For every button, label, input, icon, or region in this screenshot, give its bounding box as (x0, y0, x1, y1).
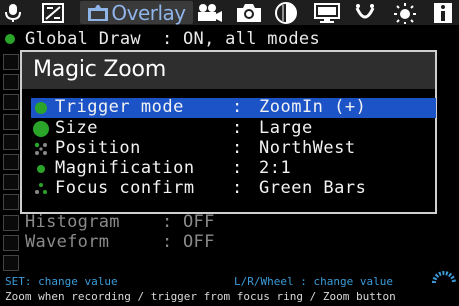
display-icon[interactable] (313, 1, 341, 24)
item-label: Trigger mode (55, 97, 184, 117)
menu-tab-bar: Overlay (0, 0, 459, 25)
menu-item-box (3, 134, 19, 150)
submenu-item-focus-confirm[interactable]: Focus confirm : Green Bars (31, 178, 436, 199)
global-draw-status-icon (5, 34, 15, 44)
tab-overlay-label: Overlay (111, 0, 186, 25)
item-label: Magnification (55, 158, 195, 178)
item-value: ZoomIn (+) (259, 97, 367, 117)
item-value: Large (259, 118, 313, 138)
item-separator: : (232, 118, 243, 138)
help-description: Zoom when recording / trigger from focus… (5, 290, 396, 303)
audio-icon[interactable] (2, 1, 24, 24)
info-icon[interactable] (432, 1, 454, 24)
dialog-title-bar: Magic Zoom (22, 52, 435, 89)
menu-item-global-draw[interactable]: Global Draw : ON, all modes (25, 29, 320, 49)
menu-item-box (3, 255, 19, 271)
submenu-item-size[interactable]: Size : Large (31, 118, 436, 139)
wheel-icon (432, 271, 456, 284)
dialog-title: Magic Zoom (33, 57, 167, 82)
green-small-dot-icon (37, 165, 45, 173)
movie-icon[interactable] (196, 1, 224, 24)
green-large-dot-icon (33, 121, 49, 137)
menu-item-box (3, 174, 19, 190)
item-separator: : (232, 138, 243, 158)
position-dots-icon (34, 142, 47, 155)
item-value: Green Bars (259, 178, 367, 198)
menu-item-box (3, 74, 19, 90)
item-separator: : (232, 97, 243, 117)
submenu-item-magnification[interactable]: Magnification : 2:1 (31, 158, 436, 179)
menu-item-box (3, 114, 19, 130)
focus-bars-icon (35, 183, 47, 194)
menu-item-box (3, 54, 19, 70)
menu-item-box (3, 235, 19, 251)
debug-icon[interactable] (392, 1, 418, 24)
prefs-icon[interactable] (352, 1, 378, 24)
menu-item-box (3, 194, 19, 210)
item-label: Position (55, 138, 141, 158)
item-value: NorthWest (259, 138, 356, 158)
submenu-item-position[interactable]: Position : NorthWest (31, 138, 436, 159)
green-dot-icon (35, 102, 47, 114)
help-wheel-hint: L/R/Wheel : change value (234, 275, 393, 288)
expo-icon[interactable] (40, 1, 66, 24)
menu-item-box (3, 94, 19, 110)
shoot-icon[interactable] (234, 1, 264, 24)
item-value: 2:1 (259, 158, 292, 178)
menu-item-histogram[interactable]: Histogram : OFF (25, 212, 215, 232)
help-set-hint: SET: change value (5, 275, 118, 288)
item-separator: : (232, 178, 243, 198)
menu-item-box (3, 215, 19, 231)
tab-overlay[interactable]: Overlay (80, 0, 193, 25)
magic-zoom-dialog: Magic Zoom Trigger mode : ZoomIn (+) Siz… (20, 50, 437, 214)
submenu-item-trigger-mode[interactable]: Trigger mode : ZoomIn (+) (31, 97, 436, 118)
overlay-icon (88, 4, 109, 21)
menu-item-box (3, 154, 19, 170)
focus-icon[interactable] (273, 1, 299, 24)
menu-item-waveform[interactable]: Waveform : OFF (25, 232, 215, 252)
item-label: Focus confirm (55, 178, 195, 198)
item-label: Size (55, 118, 98, 138)
item-separator: : (232, 158, 243, 178)
